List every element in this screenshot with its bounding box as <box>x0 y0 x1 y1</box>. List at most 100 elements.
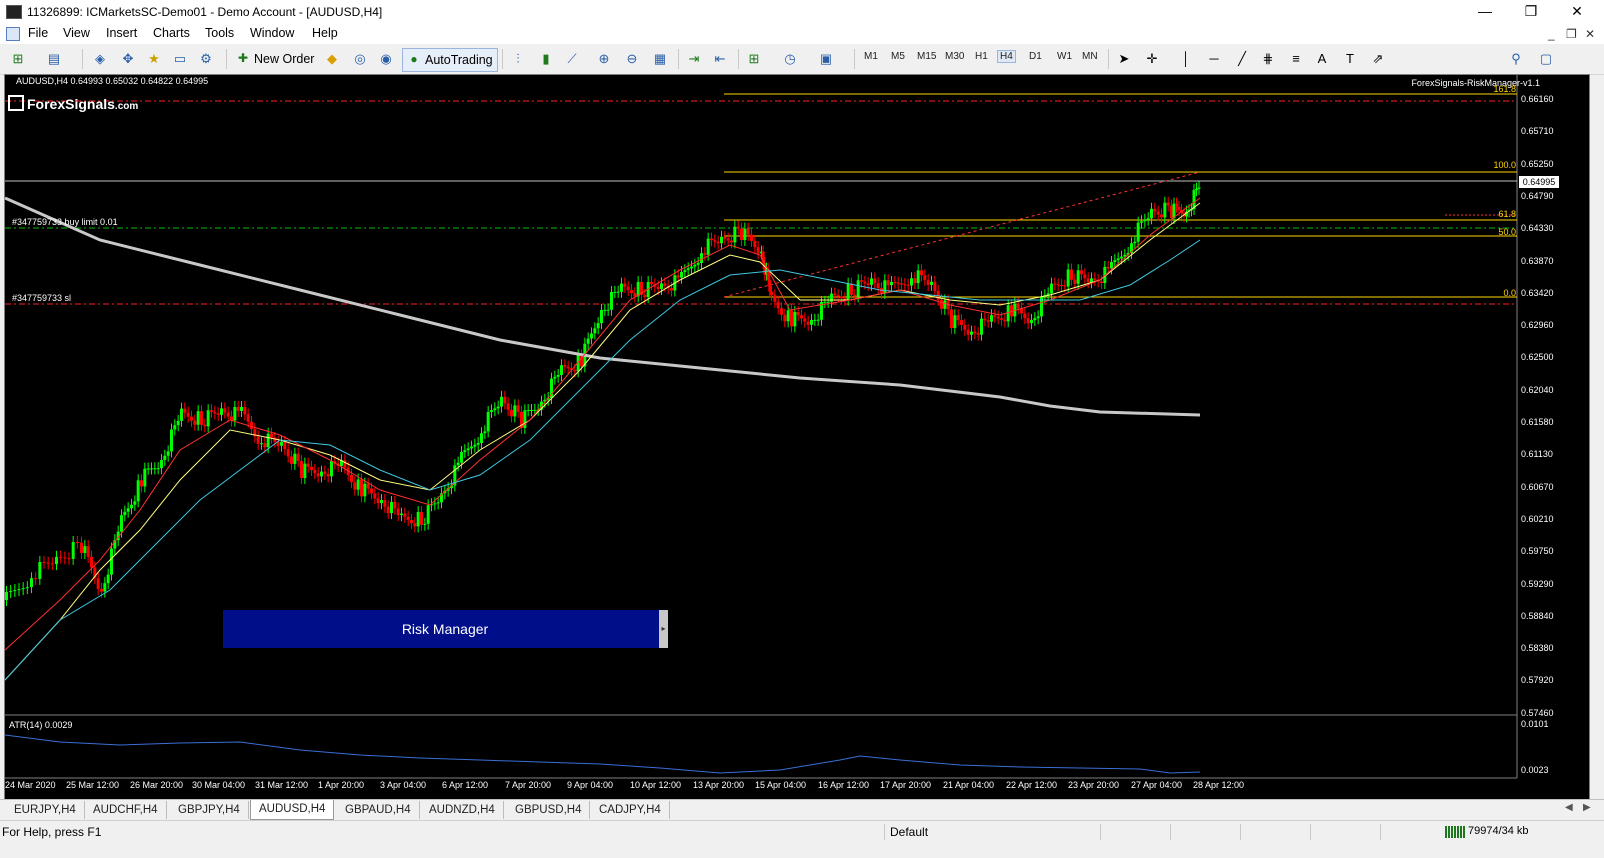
atr-axis-top: 0.0101 <box>1521 719 1549 729</box>
menu-help[interactable]: Help <box>312 26 338 40</box>
logo-suffix: .com <box>114 101 139 112</box>
menu-view[interactable]: View <box>63 26 90 40</box>
close-button[interactable]: ✕ <box>1554 0 1600 24</box>
arrows-icon[interactable]: ⇗ <box>1368 49 1388 69</box>
strategy-tester-icon[interactable]: ⚙ <box>196 49 216 69</box>
menu-window[interactable]: Window <box>250 26 294 40</box>
timeframe-m1[interactable]: M1 <box>864 51 878 62</box>
chart-close-button[interactable]: ✕ <box>1585 27 1595 41</box>
price-tick-label: 0.58840 <box>1521 610 1554 621</box>
autoscroll-icon[interactable]: ⇥ <box>684 49 704 69</box>
tile-windows-icon[interactable]: ▦ <box>650 49 670 69</box>
buy-limit-label[interactable]: #347759733 buy limit 0.01 <box>12 217 118 227</box>
tabs-scroll-left-icon[interactable]: ◀ <box>1565 802 1573 813</box>
tab-cadjpy[interactable]: CADJPY,H4 <box>591 801 670 819</box>
menu-charts[interactable]: Charts <box>153 26 190 40</box>
text-icon[interactable]: A <box>1312 49 1332 69</box>
atr-label: ATR(14) 0.0029 <box>9 720 73 730</box>
price-tick-label: 0.60670 <box>1521 481 1554 492</box>
terminal-icon[interactable]: ▭ <box>170 49 190 69</box>
vertical-line-icon[interactable]: │ <box>1176 49 1196 69</box>
price-tick-label: 0.60210 <box>1521 513 1554 524</box>
chart-info: AUDUSD,H4 0.64993 0.65032 0.64822 0.6499… <box>16 76 209 86</box>
new-chart-icon[interactable]: ⊞ <box>8 49 28 69</box>
periods-icon[interactable]: ◷ <box>780 49 800 69</box>
connection-status-icon <box>1445 826 1465 838</box>
timeframe-m30[interactable]: M30 <box>945 51 964 62</box>
price-tick-label: 0.59290 <box>1521 578 1554 589</box>
trendline-icon[interactable]: ╱ <box>1232 49 1252 69</box>
status-connection: 79974/34 kb <box>1468 825 1529 837</box>
data-window-icon[interactable]: ✥ <box>118 49 138 69</box>
chart-shift-icon[interactable]: ⇤ <box>710 49 730 69</box>
date-tick-label: 7 Apr 20:00 <box>505 780 552 790</box>
risk-manager-panel[interactable]: Risk Manager <box>223 610 667 648</box>
fib-level-0: 0.0 <box>1503 288 1516 298</box>
market-icon[interactable]: ◉ <box>376 49 396 69</box>
fib-level-618: 61.8 <box>1498 209 1516 219</box>
horizontal-line-icon[interactable]: ─ <box>1204 49 1224 69</box>
autotrading-button[interactable]: ● AutoTrading <box>402 48 498 72</box>
bar-chart-icon[interactable]: ⫶ <box>508 49 528 69</box>
status-profile: Default <box>890 825 929 839</box>
stop-loss-label[interactable]: #347759733 sl <box>12 293 71 303</box>
date-tick-label: 1 Apr 20:00 <box>318 780 365 790</box>
tab-gbpjpy[interactable]: GBPJPY,H4 <box>170 801 249 819</box>
navigator-icon[interactable]: ★ <box>144 49 164 69</box>
fibonacci-icon[interactable]: ≡ <box>1286 49 1306 69</box>
new-order-button[interactable]: ✚ New Order <box>232 48 318 70</box>
chat-icon[interactable]: ▢ <box>1536 49 1556 69</box>
chart-window[interactable] <box>4 74 1590 802</box>
channel-icon[interactable]: ⋕ <box>1258 49 1278 69</box>
timeframe-h1[interactable]: H1 <box>975 51 988 62</box>
timeframe-m15[interactable]: M15 <box>917 51 936 62</box>
tab-audusd[interactable]: AUDUSD,H4 <box>250 800 335 820</box>
restore-button[interactable]: ❐ <box>1508 0 1554 24</box>
chart-window-icon[interactable] <box>6 27 20 41</box>
atr-axis-bottom: 0.0023 <box>1521 765 1549 775</box>
metaeditor-icon[interactable]: ◆ <box>322 49 342 69</box>
indicators-icon[interactable]: ⊞ <box>744 49 764 69</box>
new-order-icon: ✚ <box>237 51 249 65</box>
timeframe-m5[interactable]: M5 <box>891 51 905 62</box>
zoom-in-icon[interactable]: ⊕ <box>594 49 614 69</box>
timeframe-w1[interactable]: W1 <box>1057 51 1072 62</box>
timeframe-h4[interactable]: H4 <box>997 50 1016 63</box>
chart-restore-button[interactable]: ❐ <box>1566 27 1577 41</box>
menu-tools[interactable]: Tools <box>205 26 234 40</box>
signals-icon[interactable]: ◎ <box>350 49 370 69</box>
price-tick-label: 0.57460 <box>1521 707 1554 718</box>
search-icon[interactable]: ⚲ <box>1506 49 1526 69</box>
profiles-icon[interactable]: ▤ <box>44 49 64 69</box>
current-price-marker: 0.64995 <box>1519 176 1559 188</box>
timeframe-d1[interactable]: D1 <box>1029 51 1042 62</box>
price-tick-label: 0.64330 <box>1521 223 1554 234</box>
timeframe-mn[interactable]: MN <box>1082 51 1098 62</box>
tab-gbpaud[interactable]: GBPAUD,H4 <box>337 801 420 819</box>
tab-gbpusd[interactable]: GBPUSD,H4 <box>507 801 591 819</box>
date-tick-label: 9 Apr 04:00 <box>567 780 614 790</box>
tab-eurjpy[interactable]: EURJPY,H4 <box>6 801 85 819</box>
toolbar: ⊞ ▤ ◈ ✥ ★ ▭ ⚙ ✚ New Order ◆ ◎ ◉ ● AutoTr… <box>0 44 1604 75</box>
date-tick-label: 17 Apr 20:00 <box>880 780 932 790</box>
price-tick-label: 0.57920 <box>1521 675 1554 686</box>
tab-audchf[interactable]: AUDCHF,H4 <box>85 801 167 819</box>
tabs-scroll-right-icon[interactable]: ▶ <box>1583 802 1591 813</box>
price-tick-label: 0.63870 <box>1521 255 1554 266</box>
indicator-label: ForexSignals-RiskManager-v1.1 <box>1411 78 1540 88</box>
menu-insert[interactable]: Insert <box>106 26 137 40</box>
templates-icon[interactable]: ▣ <box>816 49 836 69</box>
minimize-button[interactable]: — <box>1462 0 1508 24</box>
line-chart-icon[interactable]: ⟋ <box>562 49 582 69</box>
text-label-icon[interactable]: T <box>1340 49 1360 69</box>
chart-minimize-button[interactable]: _ <box>1548 27 1555 41</box>
risk-manager-handle[interactable]: ▸ <box>659 610 668 648</box>
market-watch-icon[interactable]: ◈ <box>90 49 110 69</box>
zoom-out-icon[interactable]: ⊖ <box>622 49 642 69</box>
price-tick-label: 0.62040 <box>1521 384 1554 395</box>
menu-file[interactable]: File <box>28 26 48 40</box>
candlestick-icon[interactable]: ▮ <box>536 49 556 69</box>
tab-audnzd[interactable]: AUDNZD,H4 <box>421 801 504 819</box>
crosshair-icon[interactable]: ✛ <box>1142 49 1162 69</box>
cursor-icon[interactable]: ➤ <box>1114 49 1134 69</box>
